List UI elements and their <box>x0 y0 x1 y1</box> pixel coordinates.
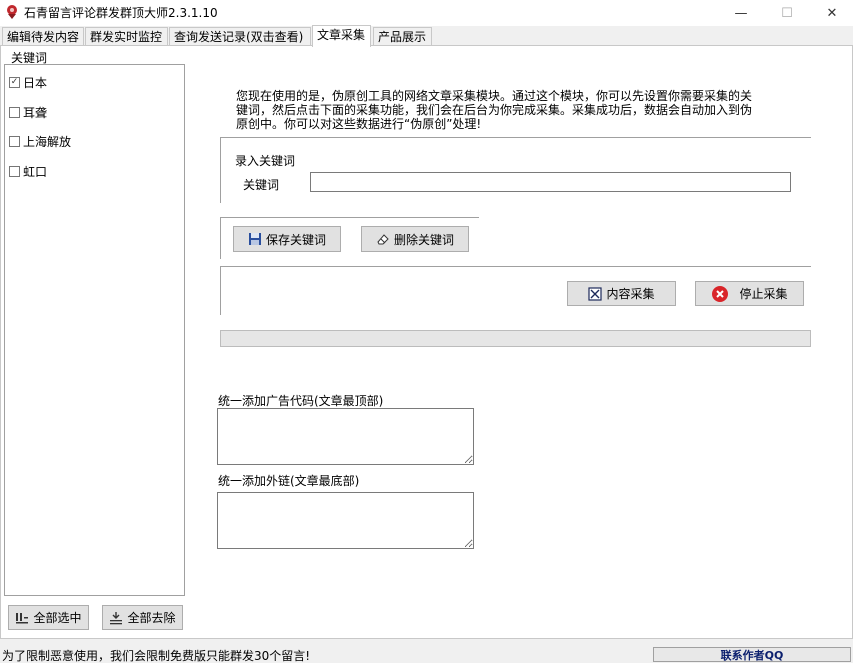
entry-section-label: 录入关键词 <box>235 152 295 169</box>
collect-section-top-line <box>220 266 811 267</box>
bottom-link-label: 统一添加外链(文章最底部) <box>218 472 359 489</box>
select-all-button[interactable]: 全部选中 <box>8 605 89 630</box>
select-all-icon <box>15 611 29 625</box>
clear-all-icon <box>109 611 123 625</box>
select-all-label: 全部选中 <box>33 609 81 626</box>
collect-content-button[interactable]: 内容采集 <box>567 281 676 306</box>
checkbox-icon[interactable] <box>9 136 20 147</box>
bottom-link-textarea[interactable] <box>217 492 474 549</box>
collect-section-left-line <box>220 266 221 315</box>
title-bar: 石青留言评论群发群顶大师2.3.1.10 — ☐ ✕ <box>0 0 853 26</box>
close-button[interactable]: ✕ <box>810 0 853 26</box>
keyword-input[interactable] <box>310 172 791 192</box>
stop-icon <box>711 285 729 303</box>
top-ad-code-textarea[interactable] <box>217 408 474 465</box>
delete-keyword-button[interactable]: 删除关键词 <box>361 226 469 252</box>
collect-content-label: 内容采集 <box>606 285 654 302</box>
keyword-list[interactable]: ✓ 日本 耳聋 上海解放 虹口 <box>4 64 185 596</box>
collect-progress-bar <box>220 330 811 347</box>
floppy-disk-icon <box>248 232 262 246</box>
tab-send-records[interactable]: 查询发送记录(双击查看) <box>169 27 311 46</box>
window-title: 石青留言评论群发群顶大师2.3.1.10 <box>24 4 218 21</box>
clear-all-button[interactable]: 全部去除 <box>102 605 183 630</box>
checkbox-icon[interactable] <box>9 166 20 177</box>
clear-all-label: 全部去除 <box>127 609 175 626</box>
save-section-top-line <box>220 217 479 218</box>
delete-keyword-label: 删除关键词 <box>394 231 454 248</box>
eraser-icon <box>376 232 390 246</box>
top-ad-label: 统一添加广告代码(文章最顶部) <box>218 392 383 409</box>
status-bar: 为了限制恶意使用，我们会限制免费版只能群发30个留言! 联系作者QQ <box>0 645 853 663</box>
tab-strip: 编辑待发内容 群发实时监控 查询发送记录(双击查看) 文章采集 产品展示 <box>0 26 853 46</box>
entry-section-top-line <box>220 137 811 138</box>
status-message: 为了限制恶意使用，我们会限制免费版只能群发30个留言! <box>2 647 310 663</box>
keyword-item-hongkou[interactable]: 虹口 <box>9 162 47 180</box>
keyword-item-japan[interactable]: ✓ 日本 <box>9 73 47 91</box>
entry-section-left-line <box>220 137 221 203</box>
intro-text: 您现在使用的是，伪原创工具的网络文章采集模块。通过这个模块，你可以先设置你需要采… <box>236 89 756 131</box>
tab-article-collect[interactable]: 文章采集 <box>312 25 371 47</box>
collect-icon <box>588 287 602 301</box>
save-keyword-button[interactable]: 保存关键词 <box>233 226 341 252</box>
keyword-field-label: 关键词 <box>243 176 279 193</box>
app-logo-icon <box>4 4 20 20</box>
minimize-button[interactable]: — <box>719 0 763 26</box>
checkbox-checked-icon[interactable]: ✓ <box>9 77 20 88</box>
keyword-item-label: 耳聋 <box>23 104 47 121</box>
contact-author-link[interactable]: 联系作者QQ <box>653 647 851 662</box>
keyword-item-label: 上海解放 <box>23 133 71 150</box>
stop-collect-label: 停止采集 <box>739 285 787 302</box>
keyword-item-shanghai[interactable]: 上海解放 <box>9 132 71 150</box>
checkbox-icon[interactable] <box>9 107 20 118</box>
keyword-item-label: 虹口 <box>23 163 47 180</box>
tab-monitor[interactable]: 群发实时监控 <box>85 27 168 46</box>
keyword-item-label: 日本 <box>23 74 47 91</box>
keyword-item-deaf[interactable]: 耳聋 <box>9 103 47 121</box>
tab-edit-content[interactable]: 编辑待发内容 <box>2 27 84 46</box>
save-section-left-line <box>220 217 221 259</box>
maximize-button[interactable]: ☐ <box>765 0 809 26</box>
stop-collect-button[interactable]: 停止采集 <box>695 281 804 306</box>
save-keyword-label: 保存关键词 <box>266 231 326 248</box>
tab-products[interactable]: 产品展示 <box>373 27 432 46</box>
